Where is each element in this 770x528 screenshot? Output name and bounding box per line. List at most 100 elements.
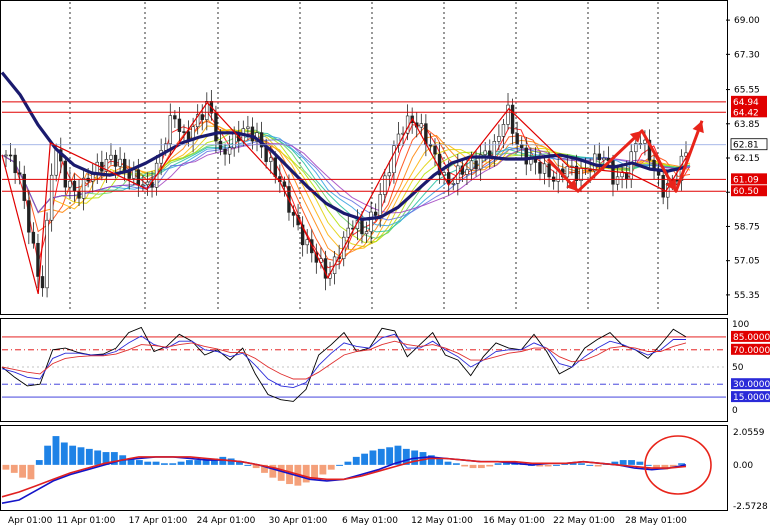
histogram-bar [327,464,335,470]
histogram-bar [361,453,369,465]
histogram-tick-label: 0.00 [733,461,753,471]
price-tick-label: 69.00 [734,16,760,26]
candle-body [542,163,547,174]
candle-body [501,124,506,137]
oscillator-level-label: 15.0000 [733,393,770,403]
histogram-bar [452,463,460,465]
candle-body [4,154,8,157]
histogram-bar [69,445,77,465]
candle-body [22,173,26,201]
candle-body [27,200,31,233]
trading-chart[interactable]: 69.0067.3065.5563.8562.1560.4558.7557.05… [0,0,770,528]
histogram-bar [44,445,52,465]
price-tick-label: 67.30 [734,50,760,60]
histogram-bar [152,461,160,465]
candle-body [615,176,620,185]
candle-body [49,174,54,221]
histogram-bar [27,464,35,480]
oscillator-level-label: 85.0000 [733,333,770,343]
candle-body [346,227,350,238]
current-price-label: 62.81 [733,141,759,151]
time-tick-label: 24 Apr 01:00 [197,516,256,526]
candle-body [177,118,182,132]
histogram-bar [619,460,627,465]
histogram-bar [486,464,494,467]
candle-body [483,150,487,155]
candle-body [597,153,601,161]
candle-body [77,190,81,199]
candle-body [387,172,392,177]
candle-body [419,123,424,128]
candle-body [451,183,455,185]
candle-body [474,160,478,170]
candle-body [611,160,615,185]
time-tick-label: 17 Apr 01:00 [129,516,188,526]
histogram-bar [586,464,594,466]
histogram-bar [436,458,444,465]
histogram-bar [344,461,352,465]
histogram-bar [277,464,285,481]
price-tick-label: 63.85 [734,120,760,130]
price-tick-label: 57.05 [734,257,760,267]
candle-body [602,157,606,161]
candle-body [465,169,469,175]
histogram-bar [494,463,502,465]
oscillator-tick-label: 50 [732,363,744,373]
oscillator-panel[interactable] [0,318,728,422]
time-tick-label: 12 May 01:00 [411,516,473,526]
price-tick-label: 65.55 [734,86,760,96]
candle-body [282,181,287,187]
candle-body [378,194,382,216]
candle-body [373,211,378,216]
histogram-bar [144,461,152,465]
candle-body [113,154,118,167]
candle-body [223,148,227,155]
histogram-bar [377,448,385,465]
histogram-bar [444,461,452,465]
candle-body [291,212,296,216]
histogram-bar [35,460,43,465]
histogram-bar [311,464,318,480]
candle-body [364,231,369,235]
candle-body [565,166,570,178]
candle-body [232,132,236,149]
candle-body [593,153,597,172]
price-tick-label: 55.35 [734,291,760,301]
time-tick-label: 6 May 01:00 [342,516,398,526]
candle-body [250,126,255,142]
histogram-bar [628,460,635,465]
candle-body [182,131,186,133]
candle-body [68,180,72,188]
candle-body [246,126,250,129]
time-tick-label: 28 May 01:00 [625,516,687,526]
histogram-bar [319,464,327,475]
candle-body [524,147,528,165]
histogram-bar [52,436,60,465]
candle-body [620,172,624,178]
candle-body [118,158,122,167]
candle-body [141,184,145,187]
histogram-bar [2,464,10,470]
candle-body [122,158,127,172]
candle-body [446,172,451,185]
histogram-bar [186,460,193,465]
candle-body [173,115,177,120]
candle-body [675,179,679,182]
candle-body [547,163,551,178]
histogram-bar [60,442,68,465]
histogram-bar [169,463,177,465]
histogram-bar [135,460,143,465]
candle-body [469,160,474,171]
time-tick-label: Apr 01:00 [8,516,53,526]
candle-body [145,181,150,186]
candle-body [305,239,309,246]
histogram-bar [85,448,93,465]
candle-body [392,145,396,174]
candle-body [72,180,77,192]
histogram-panel[interactable] [0,425,728,511]
histogram-bar [644,464,652,466]
histogram-bar [10,464,18,473]
candle-body [136,169,141,186]
candle-body [63,160,68,188]
histogram-bar [302,464,310,483]
